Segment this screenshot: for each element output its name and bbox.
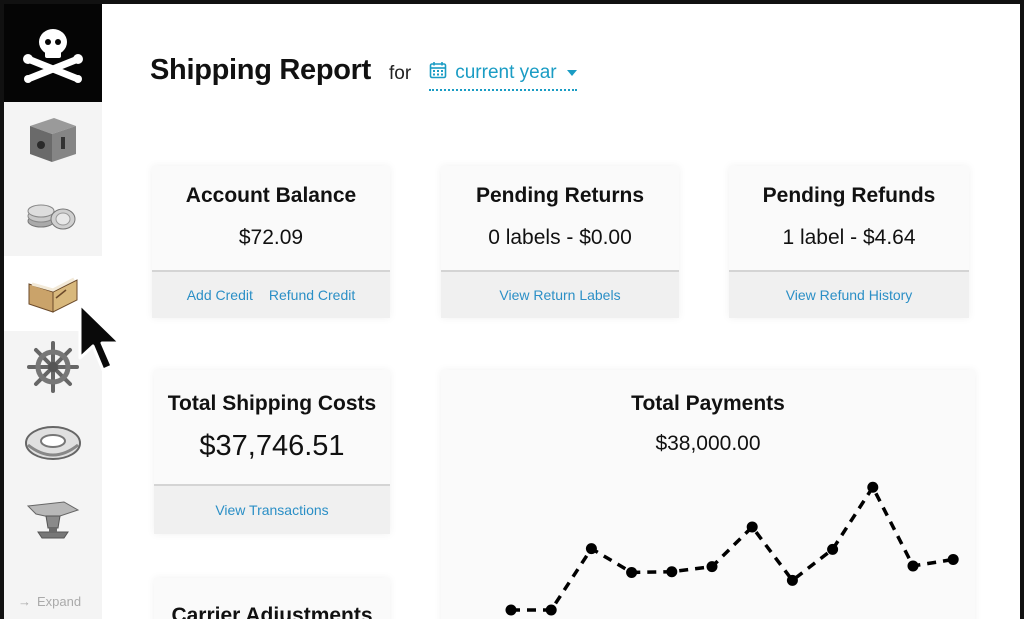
ship-wheel-icon bbox=[27, 341, 79, 398]
data-point-8[interactable] bbox=[827, 543, 839, 555]
total-shipping-costs-card: Total Shipping Costs $37,746.51 View Tra… bbox=[154, 370, 390, 534]
sidebar-item-tools[interactable] bbox=[4, 484, 102, 559]
mouse-pointer-icon bbox=[76, 300, 124, 379]
data-point-3[interactable] bbox=[626, 566, 638, 578]
card-title: Pending Refunds bbox=[762, 184, 936, 207]
calendar-icon bbox=[429, 61, 447, 85]
pending-returns-card: Pending Returns 0 labels - $0.00 View Re… bbox=[441, 166, 679, 318]
data-point-1[interactable] bbox=[545, 604, 557, 616]
data-point-7[interactable] bbox=[786, 574, 798, 586]
view-return-labels-link[interactable]: View Return Labels bbox=[499, 287, 620, 303]
app-window: → Expand Shipping Report for current yea… bbox=[4, 4, 1020, 619]
sidebar: → Expand bbox=[4, 4, 122, 619]
life-ring-icon bbox=[24, 423, 82, 468]
refund-credit-link[interactable]: Refund Credit bbox=[269, 287, 355, 303]
coins-icon bbox=[25, 195, 81, 240]
account-balance-card: Account Balance $72.09 Add Credit Refund… bbox=[152, 166, 390, 318]
carrier-adjustments-card: Carrier Adjustments bbox=[154, 578, 390, 619]
caret-down-icon bbox=[566, 70, 577, 76]
sidebar-item-support[interactable] bbox=[4, 408, 102, 483]
data-point-2[interactable] bbox=[585, 543, 597, 555]
data-point-0[interactable] bbox=[505, 604, 517, 616]
data-point-4[interactable] bbox=[666, 566, 678, 578]
view-refund-history-link[interactable]: View Refund History bbox=[786, 287, 913, 303]
sidebar-item-shipping[interactable] bbox=[4, 104, 102, 179]
period-value: current year bbox=[455, 62, 557, 83]
pending-refunds-value: 1 label - $4.64 bbox=[782, 226, 916, 249]
period-dropdown[interactable]: current year bbox=[429, 61, 577, 91]
report-header: Shipping Report for current year bbox=[150, 54, 577, 91]
card-title: Total Shipping Costs bbox=[167, 392, 377, 415]
pending-returns-value: 0 labels - $0.00 bbox=[488, 226, 632, 249]
view-transactions-link[interactable]: View Transactions bbox=[215, 502, 328, 518]
expand-label: Expand bbox=[37, 594, 82, 609]
shipping-box-icon bbox=[26, 112, 80, 171]
page-title: Shipping Report bbox=[150, 54, 372, 86]
pending-refunds-card: Pending Refunds 1 label - $4.64 View Ref… bbox=[729, 166, 969, 318]
total-shipping-costs-value: $37,746.51 bbox=[199, 430, 345, 462]
data-point-11[interactable] bbox=[947, 553, 959, 565]
anvil-icon bbox=[24, 496, 82, 547]
arrow-right-icon: → bbox=[18, 594, 31, 609]
for-label: for bbox=[389, 63, 412, 84]
card-footer: Add Credit Refund Credit bbox=[152, 270, 390, 318]
sidebar-item-payments[interactable] bbox=[4, 180, 102, 255]
card-title: Carrier Adjustments bbox=[171, 604, 373, 619]
data-point-10[interactable] bbox=[907, 560, 919, 572]
skull-crossbones-logo[interactable] bbox=[4, 4, 102, 102]
expand-sidebar-button[interactable]: → Expand bbox=[18, 594, 81, 609]
account-balance-value: $72.09 bbox=[238, 226, 304, 249]
card-footer: View Transactions bbox=[154, 484, 390, 534]
data-point-9[interactable] bbox=[867, 481, 879, 493]
payments-series-line bbox=[511, 485, 954, 612]
payments-line-chart bbox=[505, 481, 959, 616]
card-footer: View Return Labels bbox=[441, 270, 679, 318]
add-credit-link[interactable]: Add Credit bbox=[187, 287, 253, 303]
card-footer: View Refund History bbox=[729, 270, 969, 318]
data-point-5[interactable] bbox=[706, 561, 718, 573]
total-payments-card: Total Payments $38,000.00 bbox=[441, 370, 975, 619]
data-point-6[interactable] bbox=[746, 521, 758, 533]
open-book-icon bbox=[26, 268, 80, 319]
card-title: Pending Returns bbox=[475, 184, 644, 207]
card-title: Account Balance bbox=[185, 184, 357, 207]
